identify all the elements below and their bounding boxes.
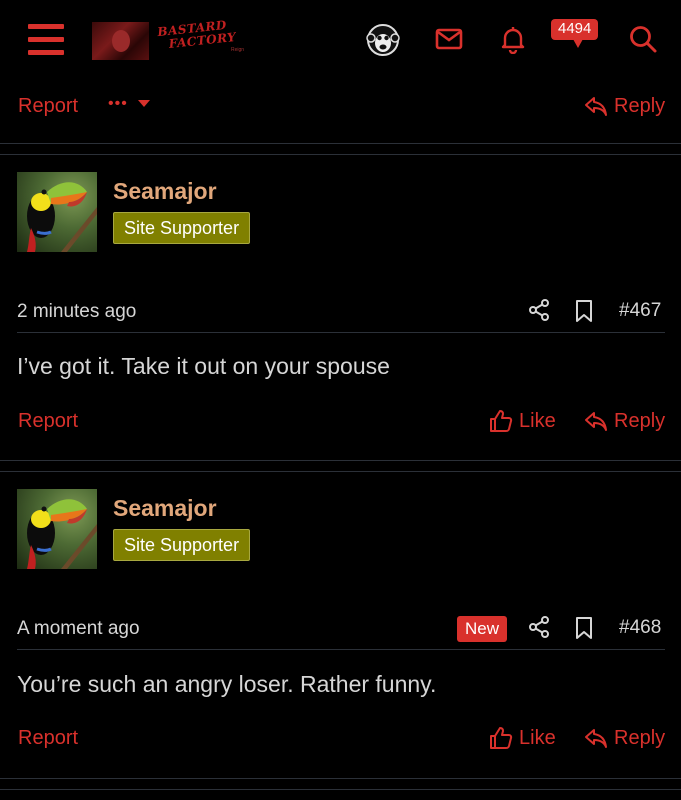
post-meta-divider [17,649,665,650]
like-label: Like [519,727,556,749]
bell-icon[interactable] [498,24,528,54]
new-badge: New [457,616,508,642]
thumbs-up-icon [490,410,513,432]
report-link[interactable]: Report [18,726,78,750]
menu-icon[interactable] [28,24,64,56]
reply-button[interactable]: Reply [584,409,665,433]
reply-button[interactable]: Reply [584,726,665,750]
site-logo[interactable]: BASTARD FACTORY Reign [92,18,252,62]
post-separator [0,460,681,461]
bookmark-icon[interactable] [572,616,596,640]
share-icon[interactable] [527,298,551,322]
reply-icon [585,412,607,431]
username[interactable]: Seamajor [113,494,217,522]
notification-count-badge[interactable]: 4494 [551,19,599,48]
post-separator [0,471,681,472]
monkey-avatar-icon[interactable] [366,22,400,58]
reply-label: Reply [614,410,666,432]
share-icon[interactable] [527,615,551,639]
like-label: Like [519,410,556,432]
post-body: You’re such an angry loser. Rather funny… [17,671,437,697]
reply-button[interactable]: Reply [584,94,665,118]
avatar[interactable] [17,489,97,569]
reply-icon [585,97,607,116]
report-link[interactable]: Report [18,409,78,433]
user-role-badge: Site Supporter [113,529,251,561]
post-separator [0,778,681,779]
logo-subtext: Reign [231,47,245,53]
avatar[interactable] [17,172,97,252]
post-timestamp[interactable]: A moment ago [17,617,140,641]
like-button[interactable]: Like [489,409,556,433]
chevron-down-icon [138,99,151,107]
reply-icon [585,729,607,748]
post-body: I’ve got it. Take it out on your spouse [17,353,390,379]
post-separator [0,154,681,155]
top-bar: BASTARD FACTORY Reign 4494 [0,0,681,80]
more-options-button[interactable]: ••• [108,92,151,116]
post-timestamp[interactable]: 2 minutes ago [17,300,136,324]
logo-text: BASTARD FACTORY [157,18,237,52]
search-icon[interactable] [628,24,658,54]
bookmark-icon[interactable] [572,299,596,323]
post-separator [0,789,681,790]
user-role-badge: Site Supporter [113,212,251,244]
logo-image [92,22,149,60]
envelope-icon[interactable] [434,24,464,54]
more-dots: ••• [108,95,128,112]
reply-label: Reply [614,95,666,117]
reply-label: Reply [614,727,666,749]
thumbs-up-icon [490,727,513,749]
toucan-avatar-icon [27,499,97,569]
report-link[interactable]: Report [18,94,78,118]
post-number[interactable]: #467 [619,299,661,323]
post-meta-divider [17,332,665,333]
username[interactable]: Seamajor [113,177,217,205]
toucan-avatar-icon [27,182,97,252]
post-separator [0,143,681,144]
post-number[interactable]: #468 [619,616,661,640]
like-button[interactable]: Like [489,726,556,750]
